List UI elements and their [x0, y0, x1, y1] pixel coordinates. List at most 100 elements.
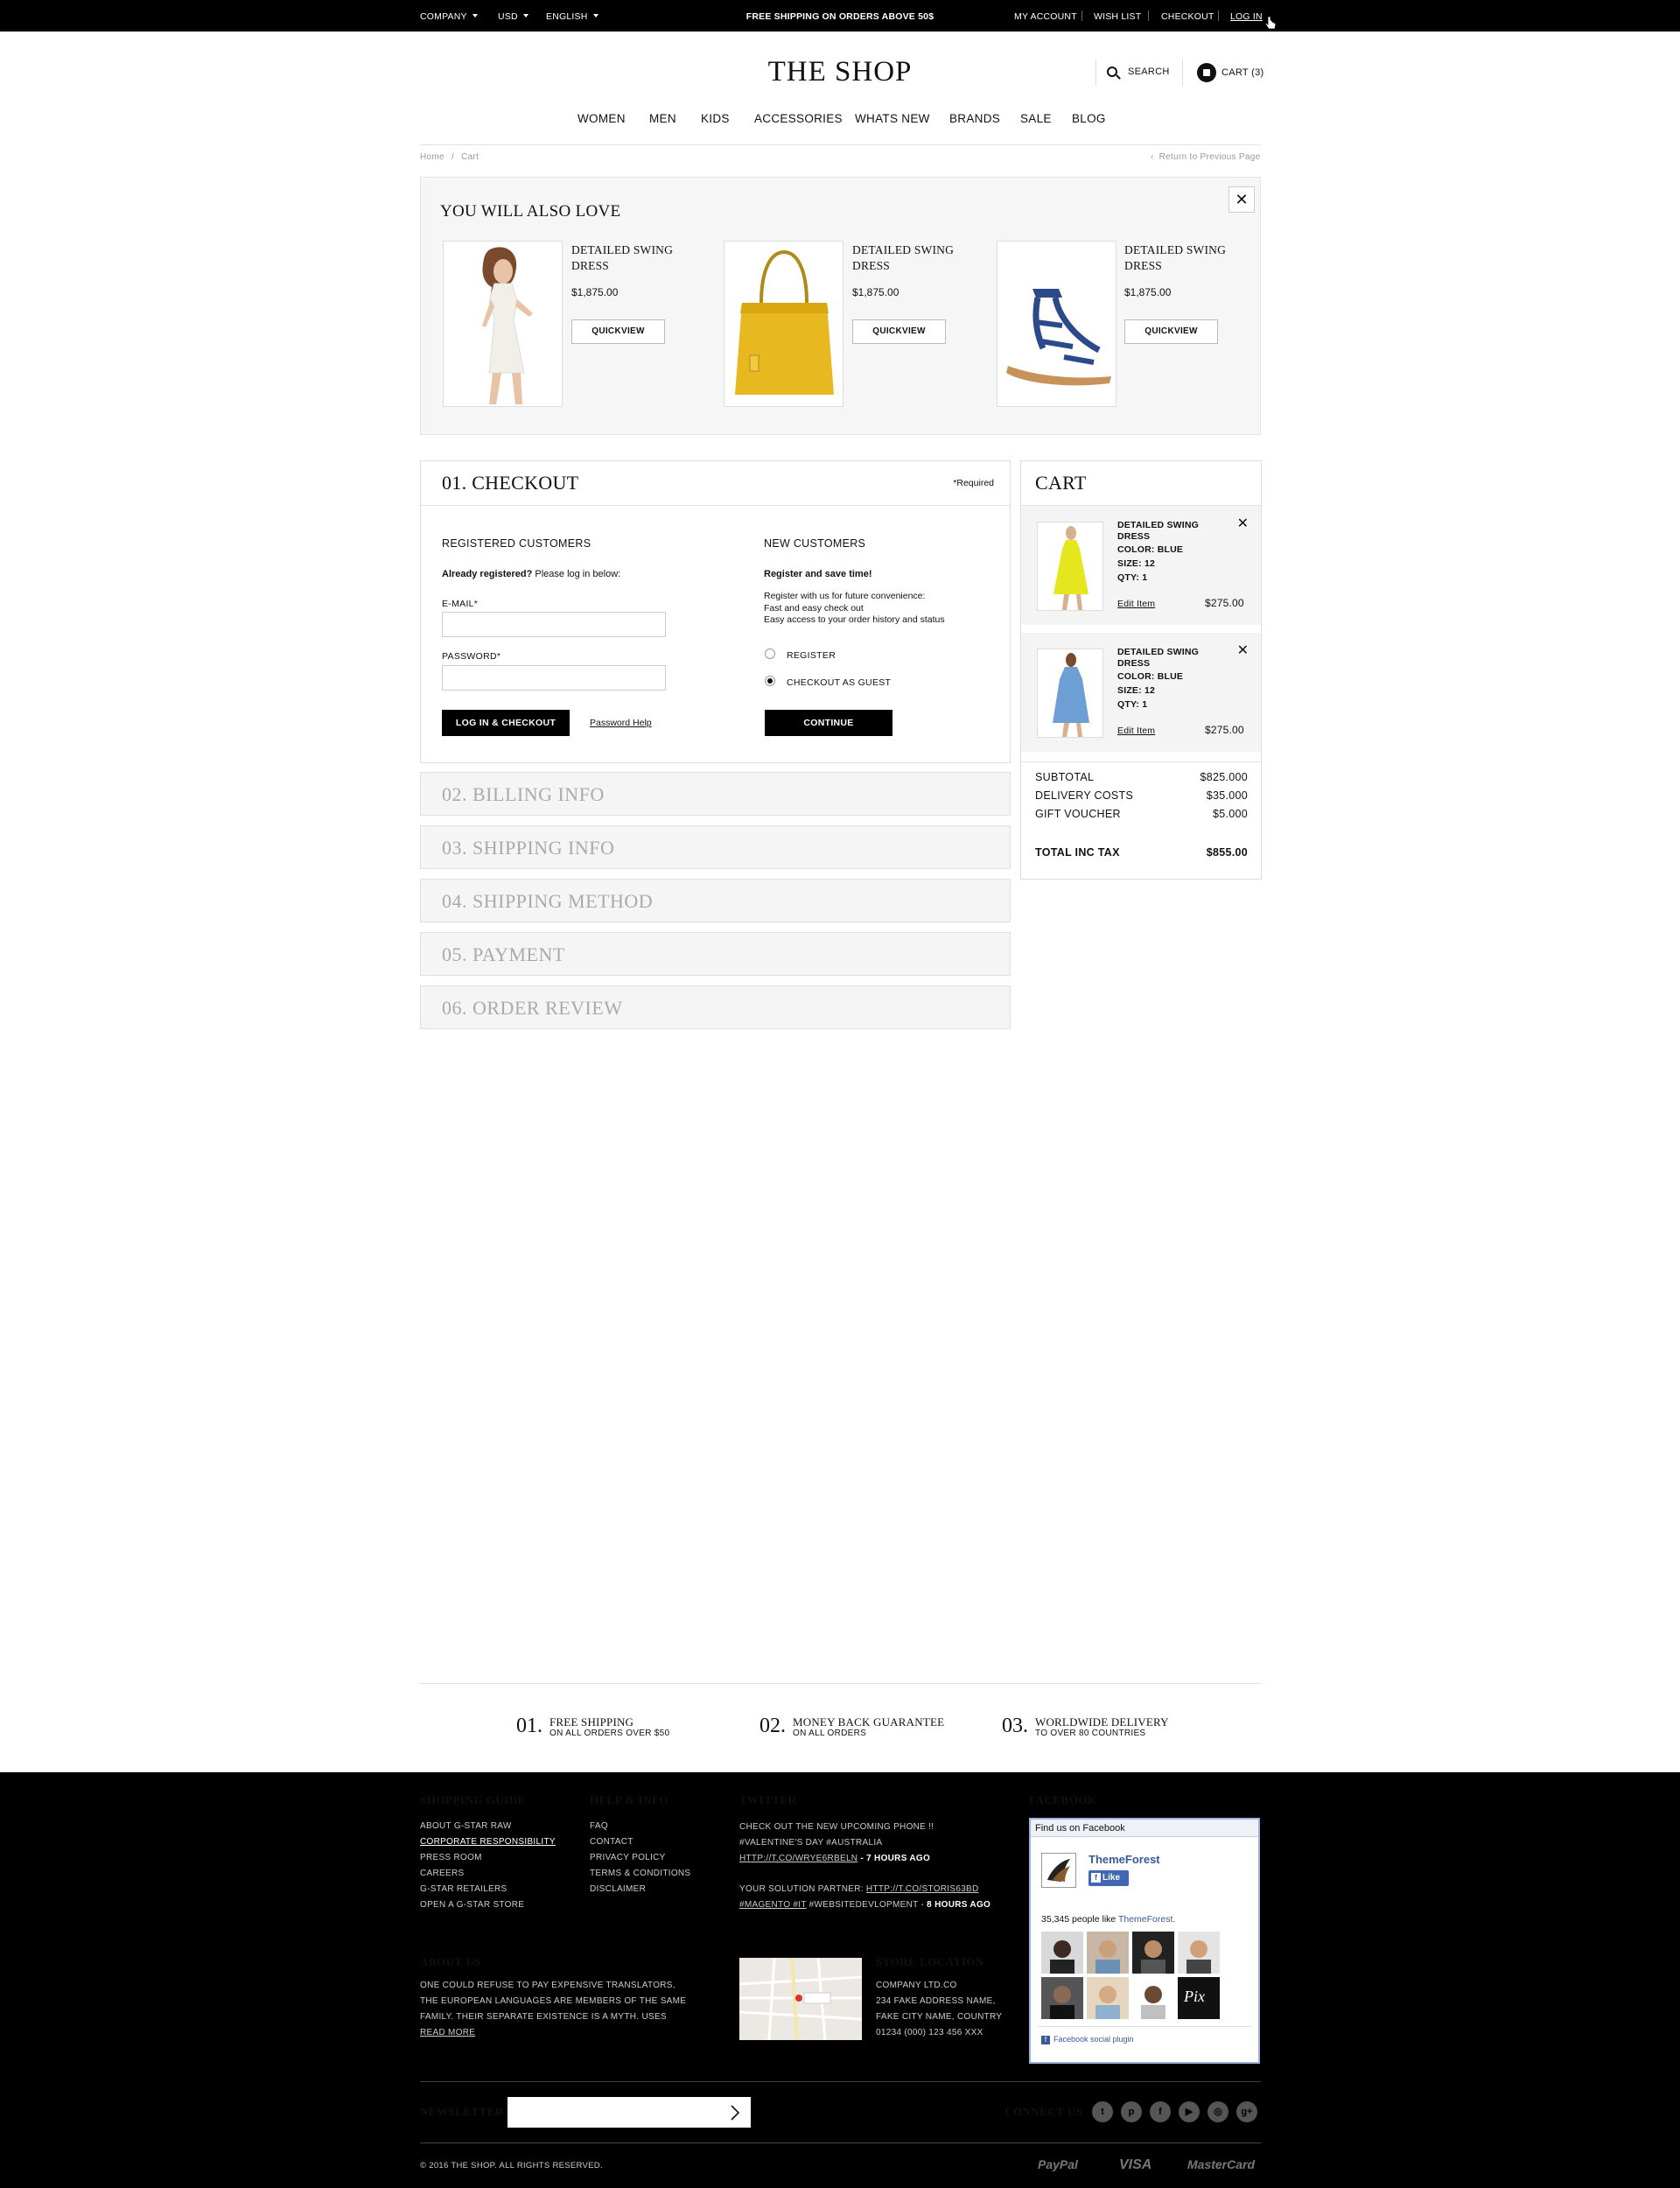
- product-name[interactable]: DETAILED SWING DRESS: [852, 242, 957, 274]
- subtotal-value: $825.000: [1200, 771, 1248, 783]
- wish-list-link[interactable]: WISH LIST: [1094, 11, 1141, 22]
- youtube-icon[interactable]: ▶: [1179, 2101, 1200, 2122]
- search-button[interactable]: SEARCH: [1107, 67, 1170, 77]
- cart-item-image[interactable]: [1037, 522, 1103, 611]
- chevron-left-icon: ‹: [1151, 152, 1154, 162]
- new-customers-heading: NEW CUSTOMERS: [764, 537, 866, 550]
- like-count-page[interactable]: ThemeForest.: [1118, 1914, 1175, 1925]
- tweet-link[interactable]: HTTP://T.CO/WRYE6RBELN: [739, 1854, 858, 1863]
- product-image[interactable]: [724, 241, 844, 407]
- nav-item-sale[interactable]: SALE: [1020, 112, 1052, 125]
- recommendations-panel: YOU WILL ALSO LOVE ✕ DETAILED SWING DRES…: [420, 177, 1261, 435]
- instagram-icon[interactable]: ◎: [1208, 2101, 1228, 2122]
- edit-item-link[interactable]: Edit Item: [1117, 599, 1155, 609]
- step-order-review[interactable]: 06. ORDER REVIEW: [420, 985, 1011, 1029]
- store-map[interactable]: [738, 1957, 863, 2041]
- cursor-hand-icon: [1265, 16, 1276, 30]
- newsletter-input[interactable]: [508, 2097, 751, 2128]
- facebook-widget-header: Find us on Facebook: [1031, 1820, 1258, 1837]
- divider: [420, 2081, 1261, 2082]
- nav-item-kids[interactable]: KIDS: [701, 112, 730, 125]
- breadcrumb-home[interactable]: Home: [420, 152, 444, 162]
- step-shipping-method[interactable]: 04. SHIPPING METHOD: [420, 879, 1011, 922]
- delivery-label: DELIVERY COSTS: [1035, 789, 1134, 802]
- footer-link[interactable]: G-STAR RETAILERS: [420, 1884, 556, 1900]
- email-field[interactable]: [442, 612, 666, 637]
- step-shipping-info[interactable]: 03. SHIPPING INFO: [420, 825, 1011, 869]
- step-payment[interactable]: 05. PAYMENT: [420, 932, 1011, 976]
- quickview-button[interactable]: QUICKVIEW: [852, 319, 946, 344]
- cart-item-image[interactable]: [1037, 649, 1103, 738]
- product-image[interactable]: [997, 241, 1116, 407]
- cart-item-size: SIZE: 12: [1117, 685, 1156, 696]
- tweet-link[interactable]: HTTP://T.CO/STORIS63BD: [866, 1884, 979, 1894]
- divider: [1148, 11, 1149, 21]
- footer-link[interactable]: DISCLAIMER: [590, 1884, 690, 1900]
- login-link[interactable]: LOG IN: [1230, 11, 1263, 22]
- step-label: 03. SHIPPING INFO: [442, 837, 615, 859]
- cart-title: CART: [1035, 472, 1087, 494]
- footer-link[interactable]: OPEN A G-STAR STORE: [420, 1900, 556, 1916]
- page-avatar[interactable]: [1041, 1853, 1076, 1888]
- guest-radio[interactable]: [765, 676, 775, 686]
- subtotal-label: SUBTOTAL: [1035, 771, 1095, 783]
- pix-avatar-logo: Pix: [1184, 1988, 1205, 2005]
- product-name[interactable]: DETAILED SWING DRESS: [571, 242, 676, 274]
- benefit-line: Register with us for future convenience:: [764, 591, 926, 601]
- cart-button[interactable]: CART (3): [1197, 63, 1264, 82]
- arrow-right-icon[interactable]: [730, 2105, 740, 2121]
- nav-item-blog[interactable]: BLOG: [1072, 112, 1106, 125]
- footer-link[interactable]: CORPORATE RESPONSIBILITY: [420, 1837, 556, 1853]
- checkout-link[interactable]: CHECKOUT: [1161, 11, 1214, 22]
- google-plus-icon[interactable]: g+: [1236, 2101, 1257, 2122]
- remove-item-icon[interactable]: ✕: [1237, 642, 1249, 659]
- nav-item-accessories[interactable]: ACCESSORIES: [754, 112, 843, 125]
- product-name[interactable]: DETAILED SWING DRESS: [1124, 242, 1229, 274]
- password-field[interactable]: [442, 665, 666, 691]
- cart-item-name: DETAILED SWING DRESS: [1117, 520, 1199, 543]
- cart-item-qty: QTY: 1: [1117, 572, 1148, 583]
- footer-link[interactable]: ABOUT G-STAR RAW: [420, 1821, 556, 1837]
- pinterest-icon[interactable]: p: [1121, 2101, 1142, 2122]
- cart-item: ✕ DETAILED SWING DRESS COLOR: BLUE SIZE: …: [1021, 506, 1261, 625]
- footer-link[interactable]: PRESS ROOM: [420, 1853, 556, 1869]
- mastercard-logo: MasterCard: [1187, 2157, 1256, 2171]
- footer-link[interactable]: FAQ: [590, 1821, 690, 1837]
- my-account-link[interactable]: MY ACCOUNT: [1014, 11, 1077, 22]
- read-more-link[interactable]: READ MORE: [420, 2028, 475, 2037]
- edit-item-link[interactable]: Edit Item: [1117, 726, 1155, 736]
- quickview-button[interactable]: QUICKVIEW: [571, 319, 665, 344]
- footer-link[interactable]: CAREERS: [420, 1869, 556, 1884]
- dress-model-image: [444, 242, 562, 406]
- footer-link[interactable]: PRIVACY POLICY: [590, 1853, 690, 1869]
- password-help-link[interactable]: Password Help: [590, 718, 652, 728]
- facebook-icon: f: [1041, 2036, 1050, 2044]
- step-billing-info[interactable]: 02. BILLING INFO: [420, 772, 1011, 816]
- nav-item-women[interactable]: WOMEN: [578, 112, 626, 125]
- facebook-plugin-link[interactable]: f Facebook social plugin: [1041, 2035, 1134, 2044]
- register-radio[interactable]: [765, 649, 775, 659]
- nav-item-men[interactable]: MEN: [649, 112, 676, 125]
- page-name[interactable]: ThemeForest: [1088, 1853, 1160, 1866]
- facebook-icon[interactable]: f: [1150, 2101, 1171, 2122]
- twitter-icon[interactable]: t: [1092, 2101, 1113, 2122]
- login-checkout-button[interactable]: LOG IN & CHECKOUT: [442, 710, 570, 736]
- tweet-hashtags[interactable]: #MAGENTO #IT: [739, 1900, 807, 1910]
- voucher-value: $5.000: [1212, 808, 1248, 820]
- remove-item-icon[interactable]: ✕: [1237, 515, 1249, 532]
- nav-item-whats-new[interactable]: WHATS NEW: [855, 112, 930, 125]
- close-icon[interactable]: ✕: [1228, 186, 1255, 213]
- guest-option-label[interactable]: CHECKOUT AS GUEST: [787, 677, 891, 688]
- footer-link[interactable]: TERMS & CONDITIONS: [590, 1869, 690, 1884]
- quickview-button[interactable]: QUICKVIEW: [1124, 319, 1218, 344]
- cart-item-name-line: DRESS: [1117, 531, 1151, 542]
- footer-link[interactable]: CONTACT: [590, 1837, 690, 1853]
- like-button[interactable]: f Like: [1088, 1870, 1129, 1886]
- continue-button[interactable]: CONTINUE: [765, 710, 892, 736]
- register-option-label[interactable]: REGISTER: [787, 650, 836, 661]
- return-link[interactable]: ‹ Return to Previous Page: [1151, 152, 1261, 162]
- product-image[interactable]: [443, 241, 563, 407]
- search-label: SEARCH: [1128, 67, 1170, 77]
- nav-item-brands[interactable]: BRANDS: [949, 112, 1000, 125]
- site-logo[interactable]: THE SHOP: [0, 56, 1680, 88]
